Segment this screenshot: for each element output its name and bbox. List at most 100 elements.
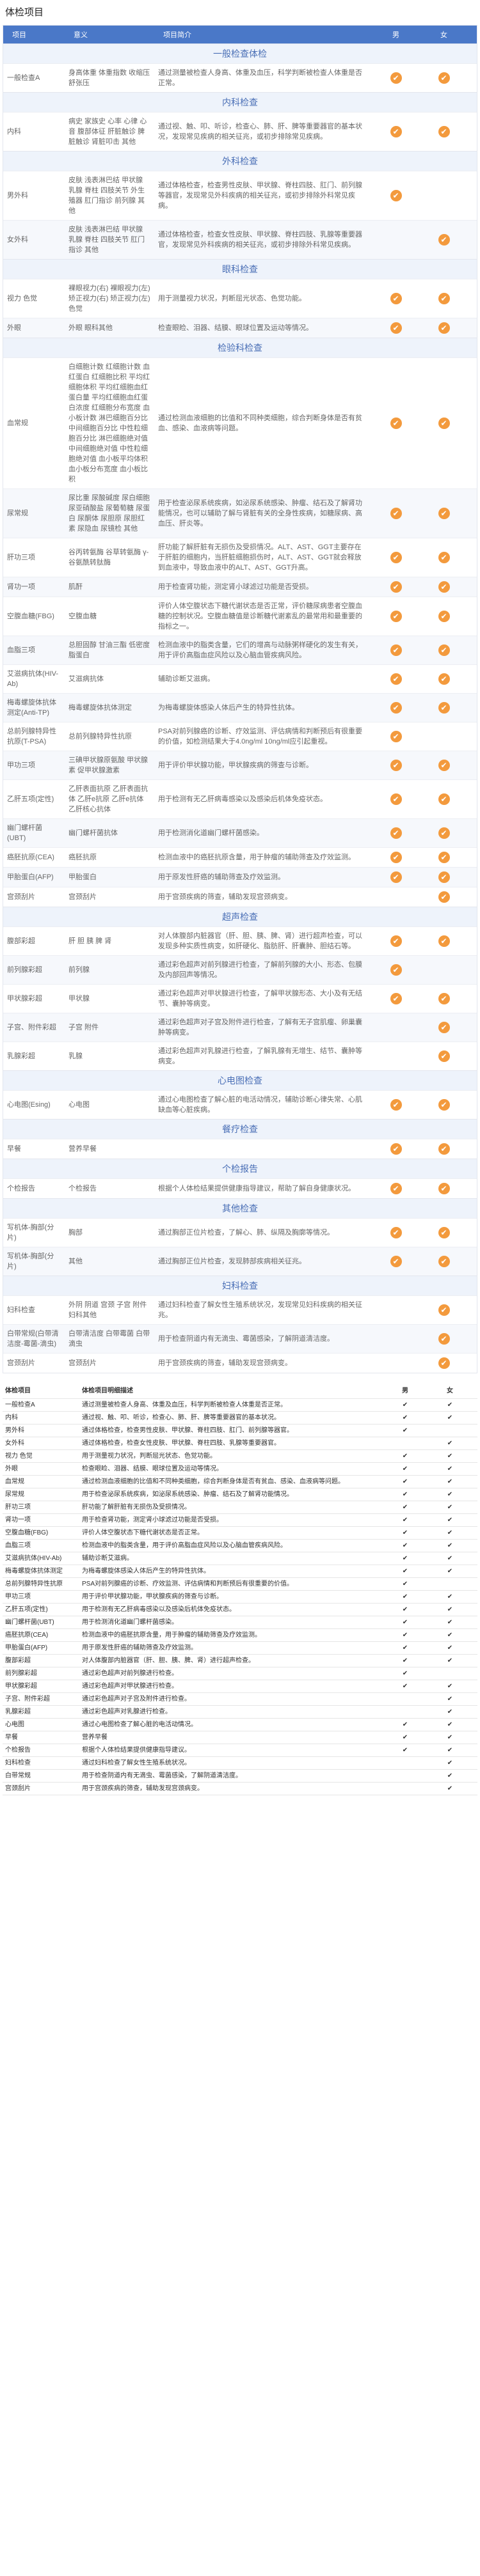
item-name: 血常规 — [7, 419, 28, 427]
plain-item-male — [383, 1708, 428, 1716]
item-name: 白带常规(白带清洁度-霉菌-滴虫) — [7, 1330, 59, 1348]
plain-item-male: ✔ — [402, 1593, 408, 1600]
gender-cell-female: ✔ — [420, 887, 468, 907]
list-item: 甲胎蛋白(AFP) 用于原发性肝癌的辅助筛查及疗效监测。 ✔ ✔ — [3, 1642, 477, 1655]
item-significance: 甲状腺 — [68, 995, 90, 1003]
item-name: 腹部彩超 — [7, 937, 35, 945]
plain-item-desc: 用于宫颈疾病的筛查，辅助发现宫颈病变。 — [82, 1785, 204, 1792]
list-item: 一般检查A 通过测量被检查人身高、体重及血压，科学判断被检查人体重是否正常。 ✔ ✔ — [3, 1399, 477, 1412]
plain-item-female: ✔ — [447, 1555, 453, 1562]
item-description: 用于检查泌尿系统疾病，如泌尿系统感染、肿瘤、结石及了解肾功能情况，也可以辅助了解… — [158, 499, 362, 527]
item-significance: 裸眼视力(右) 裸眼视力(左) 矫正视力(右) 矫正视力(左) 色觉 — [68, 285, 150, 313]
female-check-icon: ✔ — [438, 1256, 450, 1267]
plain-list-body: 一般检查A 通过测量被检查人身高、体重及血压，科学判断被检查人体重是否正常。 ✔ ✔ 内… — [3, 1399, 477, 1795]
item-significance: 幽门螺杆菌抗体 — [68, 829, 118, 837]
plain-item-female: ✔ — [447, 1785, 453, 1792]
plain-item-name: 男外科 — [5, 1427, 24, 1434]
plain-item-female: ✔ — [447, 1414, 453, 1421]
item-significance: 心电图 — [68, 1101, 90, 1109]
list-item: 内科 通过视、触、叩、听诊，检查心、肺、肝、脾等重要器官的基本状况。 ✔ ✔ — [3, 1412, 477, 1425]
plain-item-name: 甲胎蛋白(AFP) — [5, 1644, 48, 1651]
header-significance: 意义 — [74, 31, 88, 39]
plain-item-female — [428, 1426, 472, 1435]
table-row: 白带常规(白带清洁度-霉菌-滴虫) 白带清洁度 白带霉菌 白带滴虫 用于检查阴道内有… — [3, 1324, 477, 1353]
item-name: 乙肝五项(定性) — [7, 795, 54, 803]
male-check-icon: ✔ — [390, 418, 402, 429]
item-significance: 空腹血糖 — [68, 613, 97, 620]
list-item: 血脂三项 检测血液中的脂类含量，用于评价高脂血症风险以及心脑血管疾病风险。 ✔ ✔ — [3, 1540, 477, 1552]
female-check-icon: ✔ — [438, 1143, 450, 1155]
item-description: 通过妇科检查了解女性生殖系统状况，发现常见妇科疾病的相关征兆。 — [158, 1301, 362, 1319]
female-check-icon: ✔ — [438, 234, 450, 246]
table-row: 心电图(Esing) 心电图 通过心电图检查了解心脏的电活动情况，辅助诊断心律失常、… — [3, 1090, 477, 1119]
plain-item-name: 血常规 — [5, 1478, 24, 1485]
gender-cell-male: ✔ — [372, 414, 420, 433]
item-significance: 其他 — [68, 1258, 83, 1265]
plain-item-name: 血脂三项 — [5, 1542, 31, 1549]
plain-item-female: ✔ — [447, 1440, 453, 1447]
plain-item-desc: 用于原发性肝癌的辅助筛查及疗效监测。 — [82, 1644, 197, 1651]
plain-item-name: 甲功三项 — [5, 1593, 31, 1600]
plain-item-name: 癌胚抗原(CEA) — [5, 1632, 49, 1639]
gender-cell-female — [420, 192, 468, 199]
plain-item-female: ✔ — [447, 1529, 453, 1536]
plain-item-desc: 通过测量被检查人身高、体重及血压，科学判断被检查人体重是否正常。 — [82, 1401, 287, 1409]
gender-cell-female: ✔ — [420, 289, 468, 308]
plain-item-desc: 通过妇科检查了解女性生殖系统状况。 — [82, 1760, 191, 1767]
list-item: 梅毒螺旋体抗体测定 为梅毒螺旋体感染人体后产生的特异性抗体。 ✔ ✔ — [3, 1565, 477, 1578]
plain-item-desc: 对人体腹部内脏器官（肝、胆、胰、脾、肾）进行超声检查。 — [82, 1657, 255, 1664]
plain-item-desc: 营养早餐 — [82, 1734, 108, 1741]
plain-item-desc: 评价人体空腹状态下糖代谢状态是否正常。 — [82, 1529, 204, 1536]
plain-item-name: 尿常规 — [5, 1491, 24, 1498]
male-check-icon: ✔ — [390, 702, 402, 714]
item-name: 心电图(Esing) — [7, 1101, 51, 1109]
male-check-icon: ✔ — [390, 731, 402, 742]
item-significance: 外阴 阴道 宫颈 子宫 附件 妇科其他 — [68, 1301, 147, 1319]
plain-item-desc: 通过体格检查，检查女性皮肤、甲状腺、脊柱四肢、乳腺等重要器官。 — [82, 1440, 280, 1447]
gender-cell-female: ✔ — [420, 641, 468, 660]
plain-header-female: 女 — [447, 1387, 453, 1394]
plain-item-name: 子宫、附件彩超 — [5, 1696, 50, 1703]
plain-item-male: ✔ — [402, 1542, 408, 1549]
table-row: 男外科 皮肤 浅表淋巴结 甲状腺 乳腺 脊柱 四肢关节 外生殖器 肛门指诊 前列腺… — [3, 171, 477, 220]
male-check-icon: ✔ — [390, 293, 402, 304]
female-check-icon: ✔ — [438, 1022, 450, 1033]
list-item: 宫颈刮片 用于宫颈疾病的筛查，辅助发现宫颈病变。 ✔ — [3, 1783, 477, 1795]
plain-item-desc: 根据个人体检结果提供健康指导建议。 — [82, 1747, 191, 1754]
plain-item-male: ✔ — [402, 1478, 408, 1485]
female-check-icon: ✔ — [438, 1099, 450, 1111]
item-name: 幽门螺杆菌(UBT) — [7, 824, 42, 842]
plain-item-male: ✔ — [402, 1683, 408, 1690]
item-description — [154, 1145, 372, 1153]
item-name: 空腹血糖(FBG) — [7, 613, 54, 620]
item-name: 女外科 — [7, 236, 28, 244]
item-significance: 肌酐 — [68, 583, 83, 591]
gender-cell-male: ✔ — [372, 68, 420, 88]
list-item: 个检报告 根据个人体检结果提供健康指导建议。 ✔ ✔ — [3, 1744, 477, 1757]
male-check-icon: ✔ — [390, 552, 402, 563]
item-description: 通过胸部正位片检查，了解心、肺、纵隔及胸廓等情况。 — [158, 1229, 334, 1237]
gender-cell-male: ✔ — [372, 577, 420, 597]
male-check-icon: ✔ — [390, 72, 402, 84]
female-check-icon: ✔ — [438, 935, 450, 947]
male-check-icon: ✔ — [390, 1256, 402, 1267]
gender-cell-male — [372, 1052, 420, 1060]
table-row: 写机体-胸部(分片) 胸部 通过胸部正位片检查，了解心、肺、纵隔及胸廓等情况。 ✔ ✔ — [3, 1218, 477, 1247]
table-row: 甲功三项 三碘甲状腺原氨酸 甲状腺素 促甲状腺激素 用于评价甲状腺功能，甲状腺疾病的… — [3, 751, 477, 779]
item-significance: 总前列腺特异性抗原 — [68, 733, 132, 740]
plain-item-desc: 通过彩色超声对甲状腺进行检查。 — [82, 1683, 178, 1690]
list-item: 幽门螺杆菌(UBT) 用于检测消化道幽门螺杆菌感染。 ✔ ✔ — [3, 1616, 477, 1629]
item-description: 用于检测有无乙肝病毒感染以及感染后机体免疫状态。 — [158, 795, 327, 803]
plain-item-desc: 用于检测消化道幽门螺杆菌感染。 — [82, 1619, 178, 1626]
gender-cell-female — [420, 733, 468, 740]
plain-item-name: 早餐 — [5, 1734, 18, 1741]
item-description: 用于检测消化道幽门螺杆菌感染。 — [158, 829, 264, 837]
plain-item-name: 艾滋病抗体(HIV-Ab) — [5, 1555, 62, 1562]
male-check-icon: ✔ — [390, 508, 402, 519]
plain-item-female: ✔ — [447, 1760, 453, 1767]
section-title: 内科检查 — [3, 92, 477, 112]
gender-cell-female: ✔ — [420, 1018, 468, 1037]
female-check-icon: ✔ — [438, 760, 450, 771]
section-title: 超声检查 — [3, 907, 477, 926]
female-check-icon: ✔ — [438, 1304, 450, 1316]
